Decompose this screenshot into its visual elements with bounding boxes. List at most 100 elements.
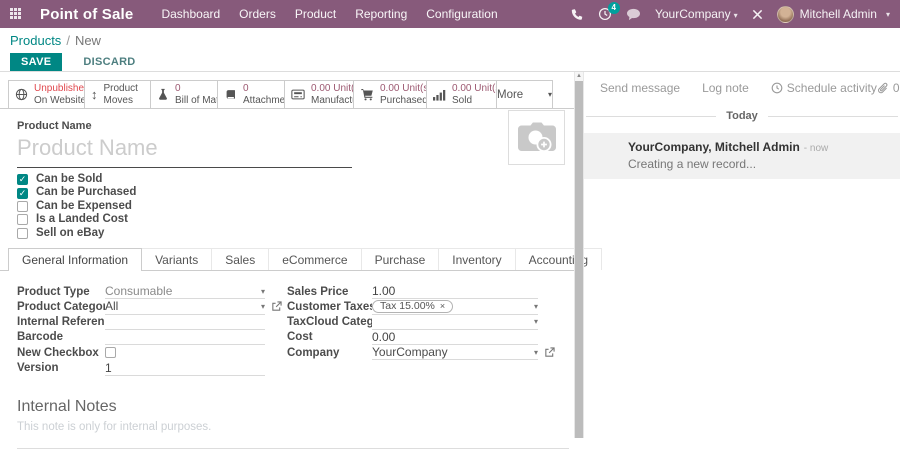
menu-reporting[interactable]: Reporting bbox=[355, 7, 407, 21]
breadcrumb-separator: / bbox=[66, 33, 70, 48]
paperclip-icon bbox=[877, 82, 889, 95]
stat-button-product-moves[interactable]: ↕ Product Moves bbox=[84, 80, 151, 108]
new-checkbox-label: New Checkbox bbox=[17, 346, 99, 359]
checkbox-can-be-sold[interactable]: ✓ Can be Sold bbox=[17, 173, 574, 186]
tab-inventory[interactable]: Inventory bbox=[438, 247, 516, 270]
odoo-app-window: Point of Sale Dashboard Orders Product R… bbox=[0, 0, 900, 449]
user-menu[interactable]: Mitchell Admin ▾ bbox=[776, 5, 890, 23]
checkbox-icon bbox=[17, 227, 28, 239]
chevron-down-icon: ▾ bbox=[533, 347, 538, 357]
breadcrumb-products[interactable]: Products bbox=[10, 33, 61, 48]
attachments-button[interactable]: 0 bbox=[877, 81, 900, 95]
checkbox-icon bbox=[17, 214, 28, 226]
globe-icon bbox=[15, 88, 28, 101]
new-checkbox-input[interactable] bbox=[105, 347, 116, 359]
product-category-label: Product Category bbox=[17, 300, 105, 313]
scrollbar-up-arrow[interactable]: ▲ bbox=[575, 72, 583, 81]
product-type-label: Product Type bbox=[17, 285, 90, 298]
new-checkbox-field bbox=[105, 345, 265, 360]
cost-field bbox=[372, 329, 538, 346]
tab-purchase[interactable]: Purchase bbox=[360, 247, 440, 270]
schedule-activity-button[interactable]: Schedule activity bbox=[771, 81, 877, 95]
app-title[interactable]: Point of Sale bbox=[40, 6, 133, 23]
signal-icon bbox=[433, 89, 446, 101]
sales-price-field bbox=[372, 284, 538, 300]
message-author[interactable]: YourCompany, Mitchell Admin bbox=[628, 140, 800, 154]
checkbox-sell-on-ebay[interactable]: Sell on eBay bbox=[17, 227, 574, 240]
company-name: YourCompany bbox=[654, 7, 731, 21]
scrollbar-thumb[interactable] bbox=[575, 81, 583, 438]
internal-notes-editor[interactable]: This note is only for internal purposes. bbox=[17, 421, 574, 435]
checkbox-icon: ✓ bbox=[17, 187, 28, 199]
stat-button-box: Unpublished On Website ↕ Product Moves 0 Bi… bbox=[0, 80, 574, 109]
tax-tag[interactable]: Tax 15.00% × bbox=[372, 299, 454, 313]
product-name-input[interactable] bbox=[17, 132, 352, 168]
external-link-icon[interactable] bbox=[271, 301, 282, 312]
internal-reference-input[interactable] bbox=[105, 314, 265, 329]
messages-icon[interactable] bbox=[626, 8, 641, 21]
control-panel: Products / New SAVE DISCARD bbox=[0, 28, 900, 72]
more-dropdown-button[interactable]: More ▾ bbox=[496, 80, 553, 108]
external-link-icon[interactable] bbox=[544, 347, 555, 358]
send-message-button[interactable]: Send message bbox=[600, 81, 680, 95]
product-category-field[interactable]: All ▾ bbox=[105, 299, 265, 315]
cost-input[interactable] bbox=[372, 329, 538, 344]
menu-configuration[interactable]: Configuration bbox=[426, 7, 497, 21]
stat-button-website[interactable]: Unpublished On Website bbox=[8, 80, 90, 108]
chevron-down-icon: ▾ bbox=[533, 301, 538, 311]
debug-close-icon[interactable] bbox=[752, 9, 763, 20]
checkbox-can-be-expensed[interactable]: Can be Expensed bbox=[17, 200, 574, 213]
checkbox-can-be-purchased[interactable]: ✓ Can be Purchased bbox=[17, 186, 574, 199]
version-field bbox=[105, 360, 265, 376]
company-label: Company bbox=[287, 346, 340, 359]
barcode-input[interactable] bbox=[105, 329, 265, 344]
chevron-down-icon: ▾ bbox=[733, 11, 738, 20]
sales-price-input[interactable] bbox=[372, 284, 538, 299]
stat-button-purchased[interactable]: 0.00 Unit(s) Purchased bbox=[353, 80, 432, 108]
cost-label: Cost bbox=[287, 331, 313, 344]
tab-general-information[interactable]: General Information bbox=[8, 247, 143, 271]
field-grid: Product Type Consumable ▾ Product Catego… bbox=[0, 284, 574, 376]
checkbox-landed-cost[interactable]: Is a Landed Cost bbox=[17, 213, 574, 226]
version-input[interactable] bbox=[105, 360, 265, 375]
tab-accounting[interactable]: Accounting bbox=[514, 247, 603, 270]
product-category-value: All bbox=[105, 299, 119, 314]
internal-notes-title: Internal Notes bbox=[17, 397, 117, 415]
breadcrumb: Products / New bbox=[10, 34, 900, 48]
save-button[interactable]: SAVE bbox=[10, 53, 63, 71]
chevron-down-icon: ▾ bbox=[533, 317, 538, 327]
taxcloud-category-field[interactable]: ▾ bbox=[372, 315, 538, 330]
stat-button-attachments[interactable]: 0 Attachments bbox=[217, 80, 299, 108]
product-type-select[interactable]: Consumable ▾ bbox=[105, 284, 265, 300]
top-navbar: Point of Sale Dashboard Orders Product R… bbox=[0, 0, 900, 28]
form-sheet: Product Name ✓Can be Sold ✓Can be Purcha… bbox=[0, 120, 574, 240]
product-type-value: Consumable bbox=[105, 284, 173, 299]
date-divider: Today bbox=[584, 110, 900, 122]
stat-button-sold[interactable]: 0.00 Unit(s) Sold bbox=[426, 80, 504, 108]
user-name: Mitchell Admin bbox=[799, 7, 877, 21]
barcode-label: Barcode bbox=[17, 331, 64, 344]
menu-orders[interactable]: Orders bbox=[239, 7, 276, 21]
remove-tag-icon[interactable]: × bbox=[440, 301, 445, 311]
tab-variants[interactable]: Variants bbox=[141, 247, 213, 270]
log-note-button[interactable]: Log note bbox=[702, 81, 749, 95]
sales-price-label: Sales Price bbox=[287, 285, 349, 298]
phone-icon[interactable] bbox=[571, 8, 584, 21]
menu-product[interactable]: Product bbox=[295, 7, 336, 21]
taxcloud-category-label: TaxCloud Category bbox=[287, 316, 372, 329]
chevron-down-icon: ▾ bbox=[260, 286, 265, 296]
stat-button-manufactured[interactable]: 0.00 Unit(s) Manufactu... bbox=[284, 80, 366, 108]
company-field[interactable]: YourCompany ▾ bbox=[372, 345, 538, 361]
tab-ecommerce[interactable]: eCommerce bbox=[268, 247, 362, 270]
customer-taxes-field[interactable]: Tax 15.00% × ▾ bbox=[372, 299, 538, 315]
content-area: Unpublished On Website ↕ Product Moves 0 Bi… bbox=[0, 72, 900, 449]
stat-button-bom[interactable]: 0 Bill of Mat... bbox=[150, 80, 227, 108]
activities-clock-icon[interactable]: 4 bbox=[598, 2, 620, 21]
company-switcher[interactable]: YourCompany ▾ bbox=[655, 7, 738, 21]
apps-grid-icon[interactable] bbox=[10, 8, 22, 20]
tab-sales[interactable]: Sales bbox=[211, 247, 270, 270]
chatter-message: YourCompany, Mitchell Admin - now Creatin… bbox=[584, 133, 900, 179]
vertical-scrollbar[interactable]: ▲ bbox=[574, 72, 584, 438]
menu-dashboard[interactable]: Dashboard bbox=[161, 7, 220, 21]
discard-button[interactable]: DISCARD bbox=[77, 55, 141, 69]
